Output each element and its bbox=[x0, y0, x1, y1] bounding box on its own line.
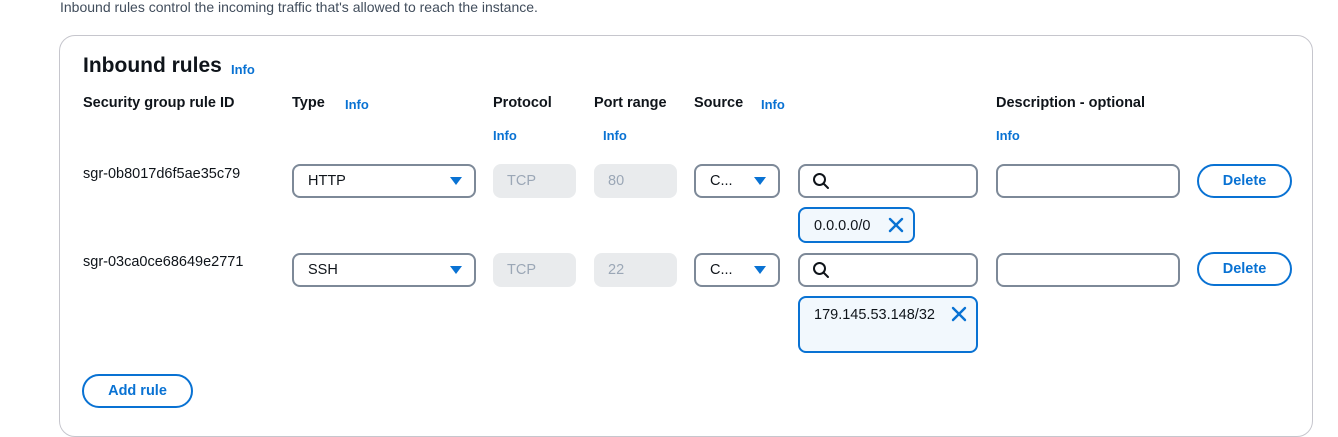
type-select-value: SSH bbox=[308, 262, 338, 278]
close-icon[interactable] bbox=[950, 305, 968, 323]
add-rule-button[interactable]: Add rule bbox=[82, 374, 193, 408]
protocol-field: TCP bbox=[493, 164, 576, 198]
source-type-select[interactable]: C... bbox=[694, 253, 780, 287]
source-type-value: C... bbox=[710, 173, 733, 189]
close-icon[interactable] bbox=[887, 216, 905, 234]
caret-down-icon bbox=[450, 266, 462, 274]
panel-title-info-link[interactable]: Info bbox=[231, 62, 255, 77]
cidr-token-value: 179.145.53.148/32 bbox=[814, 307, 935, 323]
source-type-select[interactable]: C... bbox=[694, 164, 780, 198]
source-type-value: C... bbox=[710, 262, 733, 278]
delete-rule-button[interactable]: Delete bbox=[1197, 164, 1292, 198]
rule-id: sgr-03ca0ce68649e2771 bbox=[83, 254, 244, 270]
column-header-port-range: Port range bbox=[594, 95, 667, 111]
column-header-protocol: Protocol bbox=[493, 95, 552, 111]
panel-title: Inbound rules bbox=[83, 54, 222, 77]
port-range-info-link[interactable]: Info bbox=[603, 128, 627, 143]
column-header-source: Source bbox=[694, 95, 744, 111]
port-range-field: 22 bbox=[594, 253, 677, 287]
caret-down-icon bbox=[754, 266, 766, 274]
protocol-field: TCP bbox=[493, 253, 576, 287]
protocol-info-link[interactable]: Info bbox=[493, 128, 517, 143]
cidr-token-value: 0.0.0.0/0 bbox=[814, 218, 871, 234]
cidr-token: 179.145.53.148/32 bbox=[798, 296, 978, 353]
type-info-link[interactable]: Info bbox=[345, 97, 369, 112]
column-header-rule-id: Security group rule ID bbox=[83, 95, 235, 111]
port-range-field: 80 bbox=[594, 164, 677, 198]
caret-down-icon bbox=[450, 177, 462, 185]
type-select[interactable]: SSH bbox=[292, 253, 476, 287]
source-search-input[interactable] bbox=[798, 253, 978, 287]
column-header-type: Type bbox=[292, 95, 325, 111]
description-info-link[interactable]: Info bbox=[996, 128, 1020, 143]
description-input[interactable] bbox=[996, 164, 1180, 198]
type-select-value: HTTP bbox=[308, 173, 346, 189]
description-input[interactable] bbox=[996, 253, 1180, 287]
column-header-description: Description - optional bbox=[996, 95, 1146, 111]
cidr-token: 0.0.0.0/0 bbox=[798, 207, 915, 243]
rule-id: sgr-0b8017d6f5ae35c79 bbox=[83, 166, 241, 182]
type-select[interactable]: HTTP bbox=[292, 164, 476, 198]
source-search-input[interactable] bbox=[798, 164, 978, 198]
source-info-link[interactable]: Info bbox=[761, 97, 785, 112]
search-icon bbox=[813, 262, 829, 278]
search-icon bbox=[813, 173, 829, 189]
delete-rule-button[interactable]: Delete bbox=[1197, 252, 1292, 286]
intro-text: Inbound rules control the incoming traff… bbox=[60, 0, 538, 15]
caret-down-icon bbox=[754, 177, 766, 185]
